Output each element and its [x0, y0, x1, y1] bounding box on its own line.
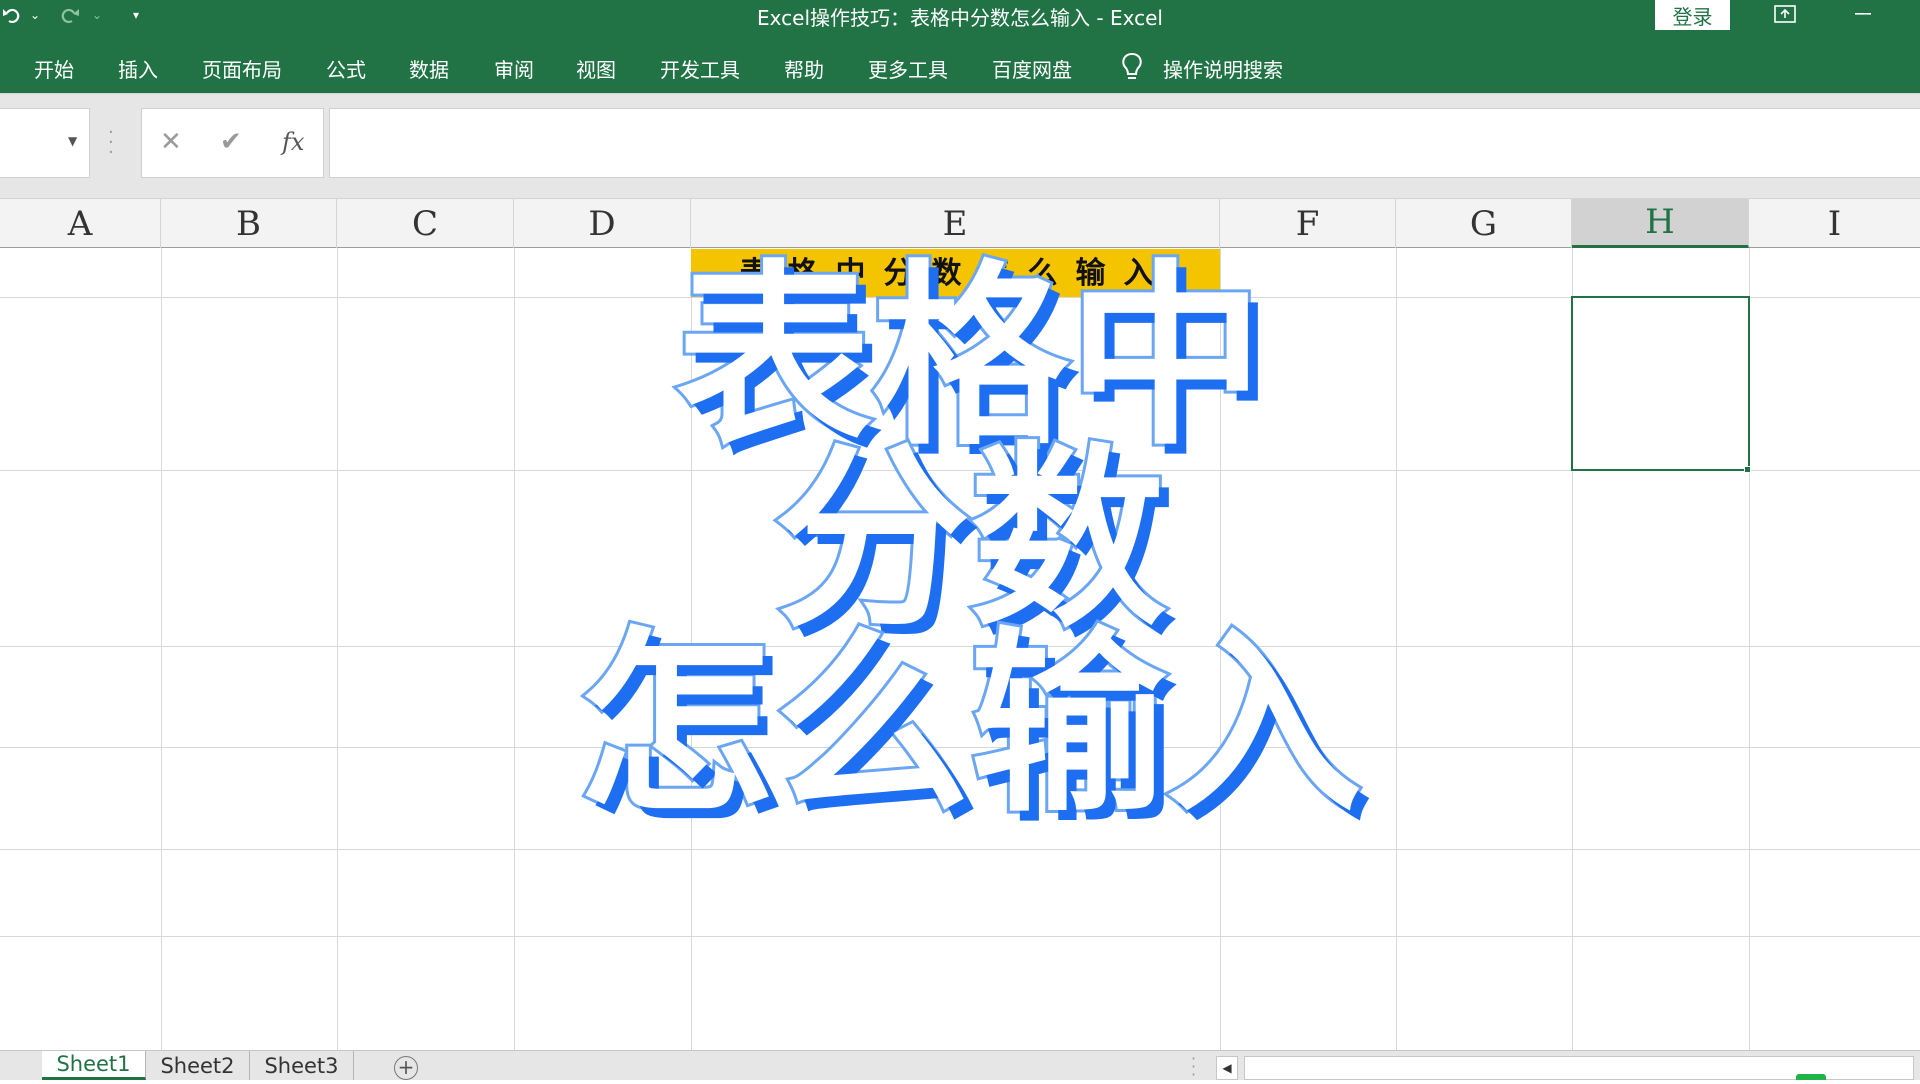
gridline [514, 248, 515, 1050]
corner-logo [1796, 1074, 1826, 1080]
login-button[interactable]: 登录 [1655, 0, 1730, 31]
column-header-d[interactable]: D [514, 199, 691, 248]
splitter-handle[interactable]: · · · [108, 124, 114, 162]
tab-view[interactable]: 视图 [576, 54, 616, 83]
sheet-tab-sheet3[interactable]: Sheet3 [250, 1051, 354, 1080]
insert-function-icon[interactable]: fx [282, 128, 304, 156]
tab-page-layout[interactable]: 页面布局 [202, 54, 282, 83]
gridline [337, 248, 338, 1050]
column-header-h[interactable]: H [1572, 199, 1749, 248]
column-header-b[interactable]: B [161, 199, 337, 248]
enter-icon[interactable]: ✔ [220, 127, 242, 157]
sheet-tab-sheet2[interactable]: Sheet2 [146, 1051, 250, 1080]
window-title: Excel操作技巧：表格中分数怎么输入 - Excel [757, 6, 1163, 30]
gridline [0, 936, 1920, 937]
tab-splitter-handle[interactable]: · · · [1191, 1051, 1196, 1083]
tab-more-tools[interactable]: 更多工具 [868, 54, 948, 83]
tab-formulas[interactable]: 公式 [326, 54, 366, 83]
overlay-title-line-3: 怎么输入 [575, 611, 1365, 839]
active-cell-h2[interactable] [1571, 296, 1750, 471]
fill-handle[interactable] [1744, 466, 1751, 473]
tab-data[interactable]: 数据 [409, 54, 449, 83]
ribbon-display-options-icon[interactable] [1762, 0, 1808, 28]
tell-me-search[interactable]: 操作说明搜索 [1163, 54, 1283, 83]
tab-insert[interactable]: 插入 [118, 54, 158, 83]
add-sheet-icon[interactable]: + [394, 1056, 418, 1080]
tab-help[interactable]: 帮助 [784, 54, 824, 83]
overlay-title-line-2: 分数 [771, 426, 1169, 654]
column-header-i[interactable]: I [1749, 199, 1920, 248]
scroll-left-icon[interactable]: ◀ [1216, 1056, 1238, 1080]
lightbulb-icon[interactable] [1121, 52, 1143, 84]
gridline [161, 248, 162, 1050]
tab-developer[interactable]: 开发工具 [660, 54, 740, 83]
column-header-c[interactable]: C [337, 199, 514, 248]
sheet-tab-sheet1[interactable]: Sheet1 [42, 1051, 146, 1080]
column-header-row: A B C D E F G H I [0, 198, 1920, 248]
title-bar: ⌄ ⌄ ▾ Excel操作技巧：表格中分数怎么输入 - Excel 登录 [0, 0, 1920, 31]
column-header-f[interactable]: F [1220, 199, 1396, 248]
tab-review[interactable]: 审阅 [494, 54, 534, 83]
cancel-icon[interactable]: ✕ [160, 127, 182, 157]
name-box-dropdown-icon[interactable]: ▼ [68, 134, 77, 148]
minimize-icon[interactable] [1840, 0, 1886, 28]
column-header-a[interactable]: A [0, 199, 161, 248]
formula-input[interactable] [329, 108, 1920, 178]
tab-home[interactable]: 开始 [34, 54, 74, 83]
column-header-e[interactable]: E [691, 199, 1220, 248]
tab-baidu-netdisk[interactable]: 百度网盘 [992, 54, 1072, 83]
ribbon-tabs: 开始 插入 页面布局 公式 数据 审阅 视图 开发工具 帮助 更多工具 百度网盘… [0, 30, 1920, 93]
gridline [0, 849, 1920, 850]
column-header-g[interactable]: G [1396, 199, 1572, 248]
